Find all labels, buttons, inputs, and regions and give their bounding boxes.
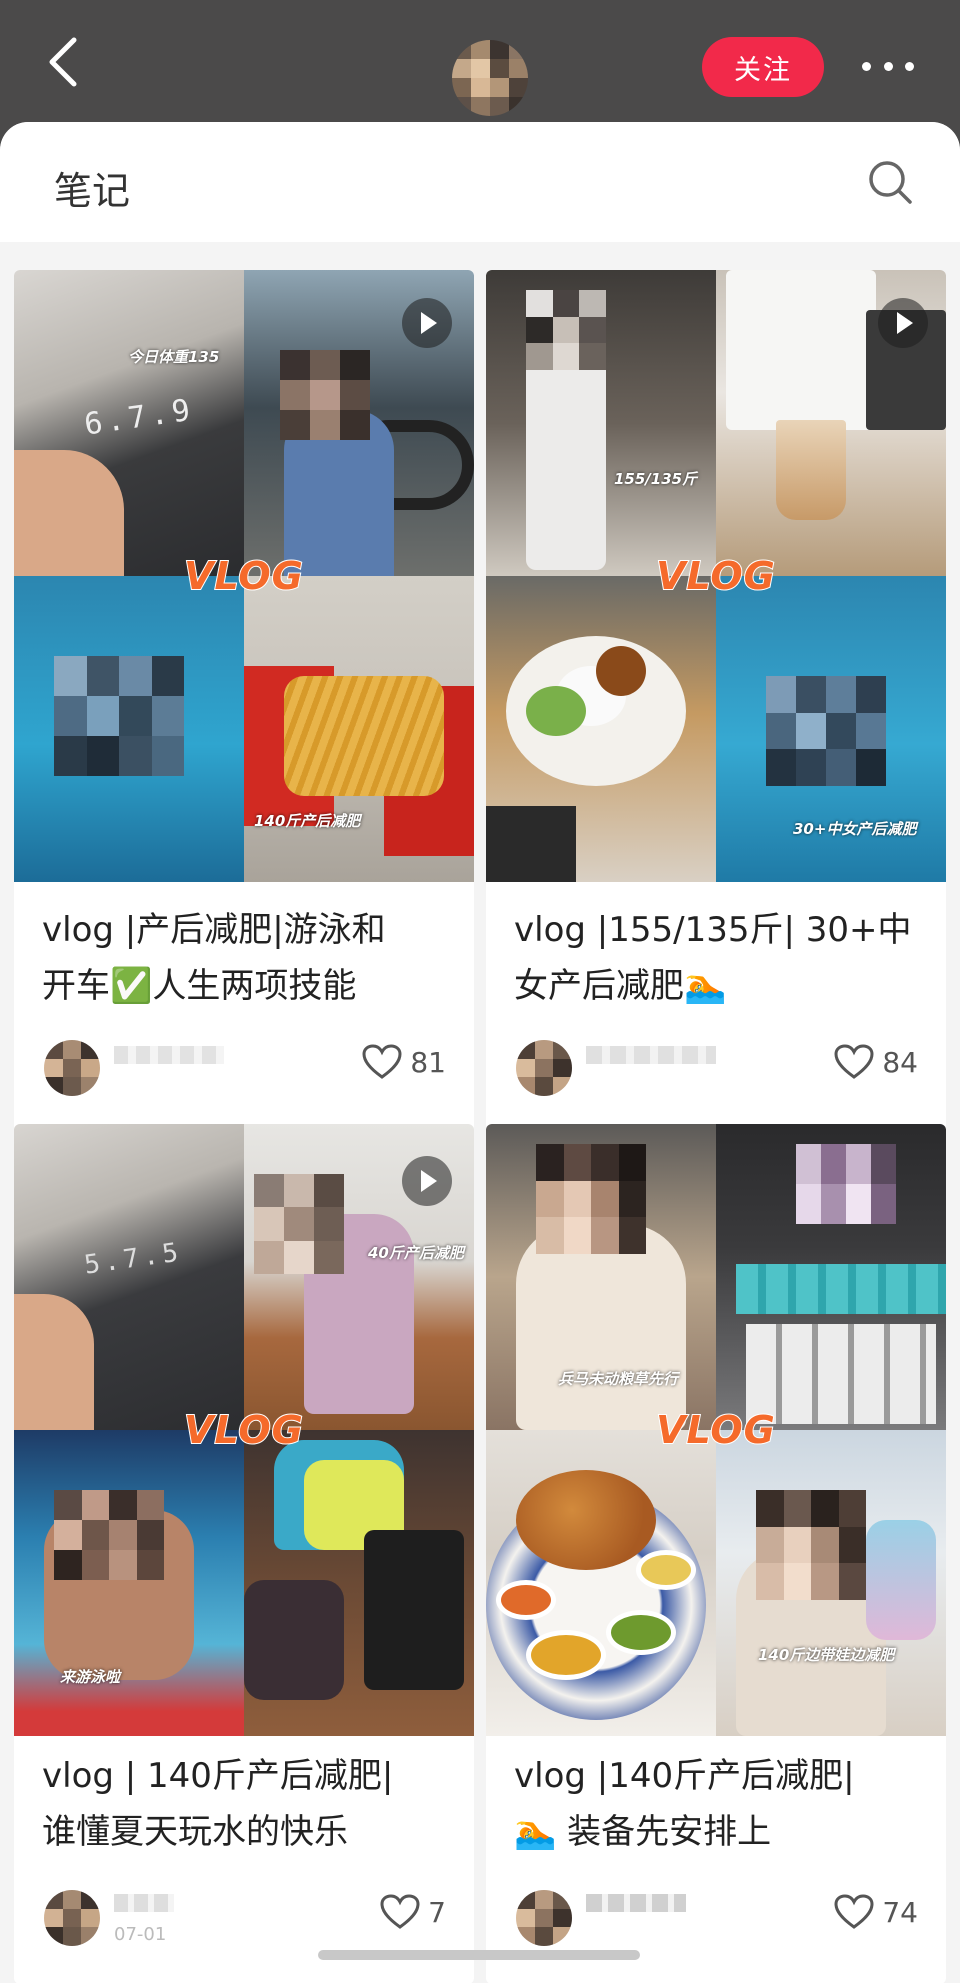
overlay-text: 来游泳啦 xyxy=(60,1668,121,1686)
author-name-blurred xyxy=(114,1894,174,1912)
play-icon xyxy=(878,298,928,348)
like-count: 7 xyxy=(428,1895,446,1929)
author-name-blurred xyxy=(114,1046,224,1064)
note-card[interactable]: 5.7.5 40斤产后减肥 来游泳啦 VLOG vlog | 140斤产后减肥|… xyxy=(14,1124,474,1983)
note-cover[interactable]: 5.7.5 40斤产后减肥 来游泳啦 VLOG xyxy=(14,1124,474,1736)
panel-header: 笔记 xyxy=(0,122,960,242)
overlay-text: 30+中女产后减肥 xyxy=(793,820,917,838)
like-button[interactable]: 84 xyxy=(834,1044,918,1080)
back-chevron-icon[interactable] xyxy=(44,36,84,88)
vlog-badge: VLOG xyxy=(183,1407,304,1453)
heart-icon xyxy=(834,1044,874,1079)
like-button[interactable]: 81 xyxy=(362,1044,446,1080)
author-avatar[interactable] xyxy=(44,1040,100,1096)
like-button[interactable]: 7 xyxy=(380,1894,446,1930)
page-title: 笔记 xyxy=(54,169,131,213)
note-title[interactable]: vlog | 140斤产后减肥| 谁懂夏天玩水的快乐 xyxy=(42,1748,452,1860)
note-title[interactable]: vlog |155/135斤| 30+中 女产后减肥🏊 xyxy=(514,902,924,1014)
overlay-text: 兵马未动粮草先行 xyxy=(558,1370,679,1388)
overlay-text: 140斤产后减肥 xyxy=(254,812,361,830)
note-card[interactable]: 兵马未动粮草先行 140斤边带娃边减肥 VLOG vlog |140斤产后减肥|… xyxy=(486,1124,946,1983)
note-title[interactable]: vlog |产后减肥|游泳和 开车✅人生两项技能 xyxy=(42,902,452,1014)
heart-icon xyxy=(380,1894,420,1929)
more-dots-icon[interactable] xyxy=(862,58,914,74)
author-name-blurred xyxy=(586,1046,716,1064)
vlog-badge: VLOG xyxy=(655,553,776,599)
overlay-text: 40斤产后减肥 xyxy=(368,1244,464,1262)
overlay-text: 140斤边带娃边减肥 xyxy=(758,1646,895,1664)
note-cover[interactable]: 6.7.9 今日体重135 140斤产后减肥 VLOG xyxy=(14,270,474,882)
like-count: 81 xyxy=(410,1045,446,1079)
author-avatar[interactable] xyxy=(44,1890,100,1946)
note-date: 07-01 xyxy=(114,1924,167,1945)
top-bar: 关注 xyxy=(0,0,960,130)
like-count: 84 xyxy=(882,1045,918,1079)
like-count: 74 xyxy=(882,1895,918,1929)
like-button[interactable]: 74 xyxy=(834,1894,918,1930)
author-avatar[interactable] xyxy=(516,1890,572,1946)
author-avatar[interactable] xyxy=(516,1040,572,1096)
note-title[interactable]: vlog |140斤产后减肥| 🏊 装备先安排上 xyxy=(514,1748,924,1860)
vlog-badge: VLOG xyxy=(655,1407,776,1453)
heart-icon xyxy=(834,1894,874,1929)
profile-avatar[interactable] xyxy=(452,40,528,116)
overlay-text: 今日体重135 xyxy=(128,348,220,366)
vlog-badge: VLOG xyxy=(183,553,304,599)
play-icon xyxy=(402,298,452,348)
note-cover[interactable]: 155/135斤 30+中女产后减肥 VLOG xyxy=(486,270,946,882)
note-card[interactable]: 6.7.9 今日体重135 140斤产后减肥 VLOG vlog |产后减肥|游… xyxy=(14,270,474,1132)
home-indicator[interactable] xyxy=(318,1950,640,1960)
note-cover[interactable]: 兵马未动粮草先行 140斤边带娃边减肥 VLOG xyxy=(486,1124,946,1736)
overlay-text: 155/135斤 xyxy=(614,470,698,488)
note-card[interactable]: 155/135斤 30+中女产后减肥 VLOG vlog |155/135斤| … xyxy=(486,270,946,1132)
heart-icon xyxy=(362,1044,402,1079)
search-icon[interactable] xyxy=(866,158,914,206)
notes-panel: 笔记 6.7.9 今日体重135 140斤产后减肥 VLOG vlog |产后减… xyxy=(0,122,960,1983)
play-icon xyxy=(402,1156,452,1206)
follow-button[interactable]: 关注 xyxy=(702,37,824,97)
author-name-blurred xyxy=(586,1894,686,1912)
